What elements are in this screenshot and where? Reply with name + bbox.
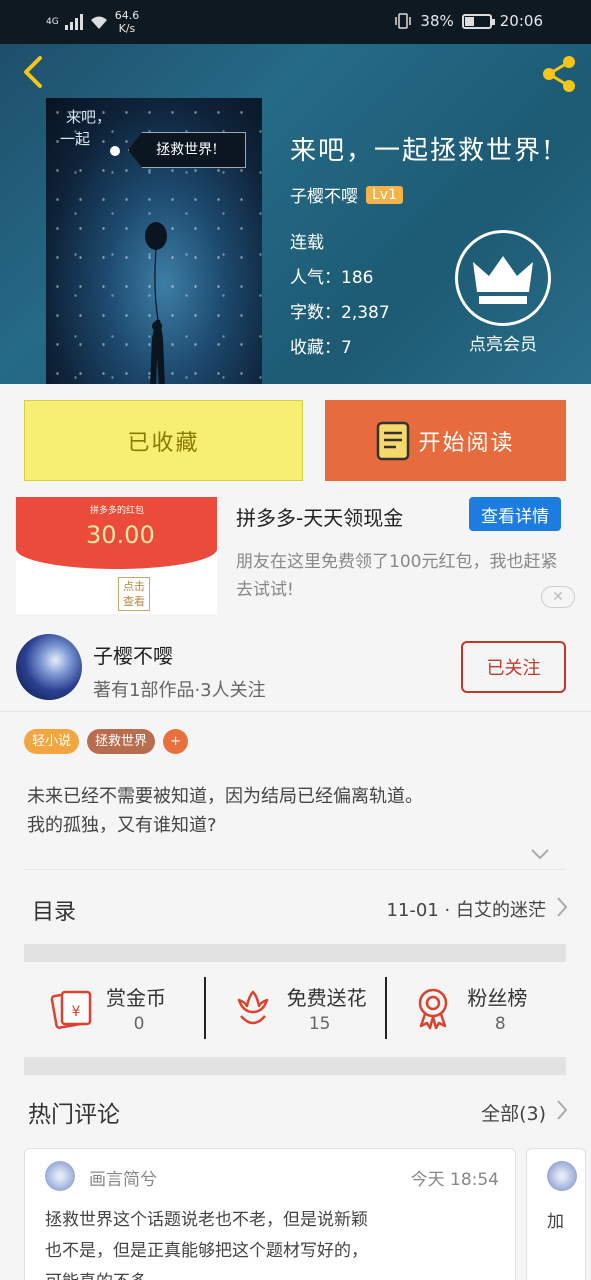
vip-button[interactable]: 点亮会员 [448,230,558,355]
battery-icon [461,13,495,29]
book-word-count: 字数：2,387 [290,303,390,323]
divider [385,977,387,1039]
book-status: 连载 [290,233,324,253]
chevron-right-icon[interactable] [555,1099,569,1121]
red-envelope-icon: ¥ [50,990,92,1029]
add-tag-button[interactable]: + [163,729,189,754]
book-favorites: 收藏：7 [290,338,352,358]
author-card[interactable]: 子樱不嘤 著有1部作品·3人关注 已关注 [0,620,591,712]
book-author[interactable]: 子樱不嘤 [290,182,358,207]
stat-name: 粉丝榜 [467,986,528,1010]
start-reading-label: 开始阅读 [418,430,515,456]
start-reading-button[interactable]: 开始阅读 [325,400,566,481]
battery-percent: 38% [420,12,454,30]
clock: 20:06 [499,12,543,30]
divider [204,977,206,1039]
comment-text: 拯救世界这个话题说老也不老，但是说新颖 也不是，但是正真能够把这个题材写好的， … [45,1210,368,1280]
net-speed-unit: K/s [118,22,136,35]
book-popularity: 人气：186 [290,268,374,288]
stat-free-flowers[interactable]: 免费送花 15 [205,962,386,1057]
ad-image[interactable]: 拼多多的红包 30.00 点击查看 [16,497,217,614]
collected-button[interactable]: 已收藏 [24,400,303,481]
ad-title: 拼多多-天天领现金 [236,506,404,530]
close-icon[interactable]: ✕ [541,586,575,608]
stat-value: 8 [494,1014,506,1034]
tag-chip[interactable]: 轻小说 [24,729,80,754]
ad-details-button[interactable]: 查看详情 [469,497,561,531]
follow-button[interactable]: 已关注 [461,641,566,693]
balloon-figure-illustration [145,222,167,384]
book-header: 来吧， 一起 拯救世界! 来吧，一起拯救世界! 子樱不嘤 Lv1 连载 人气：1… [0,44,591,384]
comment-card[interactable]: 画言简兮 今天 18:54 拯救世界这个话题说老也不老，但是说新颖 也不是，但是… [24,1148,516,1280]
book-meta: 连载 人气：186 字数：2,387 收藏：7 [290,226,390,366]
table-of-contents-row[interactable]: 目录 11-01 · 白艾的迷茫 [0,870,591,944]
signal-icon [64,14,83,30]
toc-latest-chapter: 11-01 · 白艾的迷茫 [386,900,546,921]
comment-time: 今天 18:54 [410,1170,499,1190]
tag-list: 轻小说 拯救世界 + [24,729,189,754]
author-name: 子樱不嘤 [93,644,173,668]
avatar[interactable] [16,634,82,700]
book-cover[interactable]: 来吧， 一起 拯救世界! [46,98,262,384]
stats-row: ¥ 赏金币 0 免费送花 15 粉丝榜 8 [24,962,566,1057]
vibrate-icon [395,13,412,29]
ad-image-amount: 30.00 [86,521,155,549]
cover-tag: 拯救世界! [128,132,246,168]
share-icon [543,56,575,92]
stat-value: 0 [133,1014,145,1034]
chevron-down-icon [531,849,549,860]
flower-icon [237,990,268,1025]
vip-label: 点亮会员 [469,335,537,355]
avatar[interactable] [45,1161,75,1191]
share-button[interactable] [537,52,581,96]
section-divider [24,944,566,962]
book-icon [377,421,410,460]
tag-chip[interactable]: 拯救世界 [87,729,156,754]
ad-banner[interactable]: 拼多多的红包 30.00 点击查看 拼多多-天天领现金 查看详情 朋友在这里免费… [0,488,591,614]
hot-comments-header: 热门评论 全部(3) [0,1075,591,1145]
comment-text: 加 [547,1212,564,1232]
section-divider [24,1057,566,1075]
stat-fan-ranking[interactable]: 粉丝榜 8 [385,962,566,1057]
crown-icon [473,256,533,304]
comment-card[interactable]: 加 [526,1148,586,1280]
network-type: 4G [46,17,59,27]
svg-text:¥: ¥ [72,1004,81,1020]
all-comments-link[interactable]: 全部(3) [481,1099,546,1126]
cover-handwriting: 来吧， 一起 [60,108,112,148]
stat-name: 赏金币 [106,986,166,1010]
ad-image-brand: 拼多多的红包 [90,506,145,516]
comment-username[interactable]: 画言简兮 [89,1165,157,1190]
net-speed-value: 64.6 [114,9,140,22]
wifi-icon [90,16,107,29]
stat-name: 免费送花 [286,986,367,1010]
book-title: 来吧，一起拯救世界! [290,136,555,166]
stat-value: 15 [308,1014,331,1034]
chevron-right-icon [557,897,568,917]
ad-description: 朋友在这里免费领了100元红包，我也赶紧去试试! [236,552,558,600]
expand-button[interactable] [530,846,550,865]
ad-image-seal: 点击查看 [118,577,150,611]
stat-reward-coins[interactable]: ¥ 赏金币 0 [24,962,205,1057]
hot-comments-label: 热门评论 [28,1102,120,1128]
medal-icon [419,988,448,1030]
author-level-badge: Lv1 [366,185,403,204]
status-bar: 4G 64.6 K/s 38% 20:06 [0,0,591,44]
author-subtitle: 著有1部作品·3人关注 [93,680,266,701]
avatar[interactable] [547,1161,577,1191]
back-button[interactable] [16,54,52,90]
chevron-left-icon [24,56,42,88]
toc-label: 目录 [32,900,77,925]
synopsis: 未来已经不需要被知道，因为结局已经偏离轨道。 我的孤独，又有谁知道? [27,786,423,836]
